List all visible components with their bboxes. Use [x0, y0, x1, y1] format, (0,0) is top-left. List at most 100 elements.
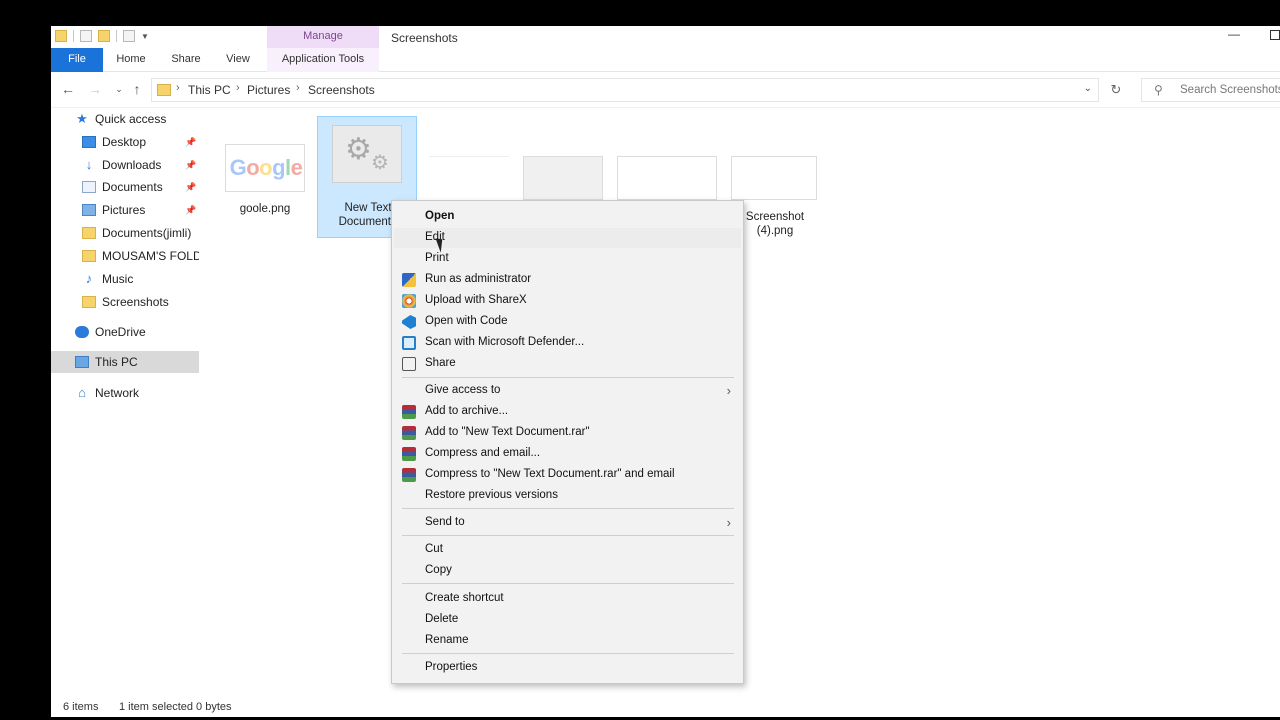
google-logo-thumbnail: Google [229, 155, 303, 180]
sidebar-item-label: Documents(jimli) [102, 226, 192, 240]
sidebar-item-label: Quick access [95, 112, 167, 126]
menu-item-label: Give access to [425, 384, 501, 396]
menu-item-label: Create shortcut [425, 592, 504, 604]
menu-item-label: Compress to "New Text Document.rar" and … [425, 468, 675, 480]
folder-icon [157, 84, 171, 96]
menu-item-give-access[interactable]: Give access to › [394, 381, 741, 401]
menu-item-cut[interactable]: Cut [394, 540, 741, 560]
winrar-icon [402, 426, 416, 440]
menu-separator [402, 653, 734, 654]
minimize-button[interactable]: — [1224, 26, 1244, 46]
menu-item-label: Add to "New Text Document.rar" [425, 426, 590, 438]
menu-item-create-shortcut[interactable]: Create shortcut [394, 589, 741, 609]
sidebar-item-downloads[interactable]: ↓ Downloads 📌 [51, 154, 199, 176]
recent-locations-button[interactable]: ⌄ [111, 81, 127, 97]
menu-item-compress-to-rar-email[interactable]: Compress to "New Text Document.rar" and … [394, 465, 741, 485]
gear-icon: ⚙ [371, 152, 389, 174]
menu-item-share[interactable]: Share [394, 354, 741, 374]
status-bar: 6 items 1 item selected 0 bytes [51, 698, 1280, 717]
breadcrumb-pictures[interactable]: Pictures [247, 83, 290, 97]
folder-icon [55, 30, 67, 42]
gear-icon: ⚙ [345, 133, 372, 166]
sidebar-item-pictures[interactable]: Pictures 📌 [51, 199, 199, 221]
sidebar-item-screenshots[interactable]: Screenshots [51, 291, 199, 313]
menu-item-label: Rename [425, 634, 469, 646]
menu-separator [402, 535, 734, 536]
sidebar-item-quick-access[interactable]: ★ Quick access [51, 108, 199, 130]
breadcrumb-separator: › [296, 82, 300, 94]
file-item[interactable]: Google goole.png [215, 116, 315, 238]
file-name: goole.png [239, 203, 291, 215]
ribbon-tabs: File Home Share View Application Tools [51, 48, 1280, 72]
menu-item-label: Run as administrator [425, 273, 532, 285]
menu-item-label: Open [425, 210, 455, 222]
tab-share[interactable]: Share [165, 48, 207, 72]
sidebar-item-mousams-folder[interactable]: MOUSAM'S FOLDEI [51, 245, 199, 267]
search-icon: ⚲ [1154, 83, 1163, 97]
chevron-down-icon[interactable]: ▼ [141, 32, 149, 41]
rename-icon[interactable] [123, 30, 135, 42]
search-box[interactable]: ⚲ Search Screenshots [1141, 78, 1280, 102]
sidebar-item-label: Network [95, 386, 140, 400]
breadcrumb-screenshots[interactable]: Screenshots [308, 83, 375, 97]
toolbar-divider [116, 30, 117, 42]
menu-item-add-to-rar[interactable]: Add to "New Text Document.rar" [394, 423, 741, 443]
menu-item-print[interactable]: Print [394, 249, 741, 269]
sidebar-item-documents[interactable]: Documents 📌 [51, 176, 199, 198]
tab-home[interactable]: Home [109, 48, 153, 72]
menu-item-label: Send to [425, 516, 465, 528]
file-thumbnail [731, 156, 817, 200]
sidebar-item-label: Screenshots [102, 295, 169, 309]
chevron-down-icon[interactable]: ⌄ [1084, 83, 1092, 94]
menu-item-restore-previous[interactable]: Restore previous versions [394, 486, 741, 506]
menu-separator [402, 583, 734, 584]
menu-item-open[interactable]: Open [394, 207, 741, 227]
properties-icon[interactable] [80, 30, 92, 42]
sidebar-item-documents-jimli[interactable]: Documents(jimli) [51, 222, 199, 244]
sidebar-item-label: Music [102, 272, 134, 286]
this-pc-icon [75, 356, 89, 368]
music-icon: ♪ [85, 271, 93, 286]
documents-icon [82, 181, 96, 193]
menu-item-send-to[interactable]: Send to › [394, 513, 741, 533]
new-folder-icon[interactable] [98, 30, 110, 42]
menu-item-rename[interactable]: Rename [394, 631, 741, 651]
menu-item-add-to-archive[interactable]: Add to archive... [394, 402, 741, 422]
sidebar-item-this-pc[interactable]: This PC [51, 351, 199, 373]
sidebar-item-music[interactable]: ♪ Music [51, 268, 199, 290]
sidebar-item-desktop[interactable]: Desktop 📌 [51, 131, 199, 153]
sidebar-item-label: Pictures [102, 203, 146, 217]
quick-access-toolbar: ▼ [55, 30, 149, 42]
menu-item-open-with-code[interactable]: Open with Code [394, 312, 741, 332]
sidebar-item-onedrive[interactable]: OneDrive [51, 321, 199, 343]
menu-item-copy[interactable]: Copy [394, 561, 741, 581]
breadcrumb-separator: › [236, 82, 240, 94]
menu-item-upload-sharex[interactable]: Upload with ShareX [394, 291, 741, 311]
menu-item-compress-email[interactable]: Compress and email... [394, 444, 741, 464]
maximize-button[interactable] [1270, 30, 1280, 40]
tab-view[interactable]: View [219, 48, 257, 72]
sidebar-item-network[interactable]: ⌂ Network [51, 382, 199, 404]
menu-item-edit[interactable]: Edit [394, 228, 741, 248]
menu-item-properties[interactable]: Properties [394, 658, 741, 678]
winrar-icon [402, 405, 416, 419]
star-icon: ★ [76, 111, 88, 126]
refresh-button[interactable]: ↻ [1105, 79, 1127, 101]
tab-file[interactable]: File [51, 48, 103, 72]
menu-item-scan-defender[interactable]: Scan with Microsoft Defender... [394, 333, 741, 353]
title-bar: ▼ Manage Screenshots — [51, 26, 1280, 48]
share-icon [402, 357, 416, 371]
address-bar[interactable]: › This PC › Pictures › Screenshots ⌄ [151, 78, 1099, 102]
folder-icon [82, 296, 96, 308]
manage-contextual-tab[interactable]: Manage [267, 26, 379, 48]
up-button[interactable]: ↑ [129, 81, 145, 97]
pin-icon: 📌 [185, 136, 197, 147]
forward-button[interactable]: → [87, 81, 103, 97]
menu-item-run-as-admin[interactable]: Run as administrator [394, 270, 741, 290]
menu-item-label: Add to archive... [425, 405, 509, 417]
menu-separator [402, 508, 734, 509]
breadcrumb-this-pc[interactable]: This PC [188, 83, 231, 97]
menu-item-delete[interactable]: Delete [394, 610, 741, 630]
back-button[interactable]: ← [60, 81, 76, 97]
tab-application-tools[interactable]: Application Tools [267, 48, 379, 72]
